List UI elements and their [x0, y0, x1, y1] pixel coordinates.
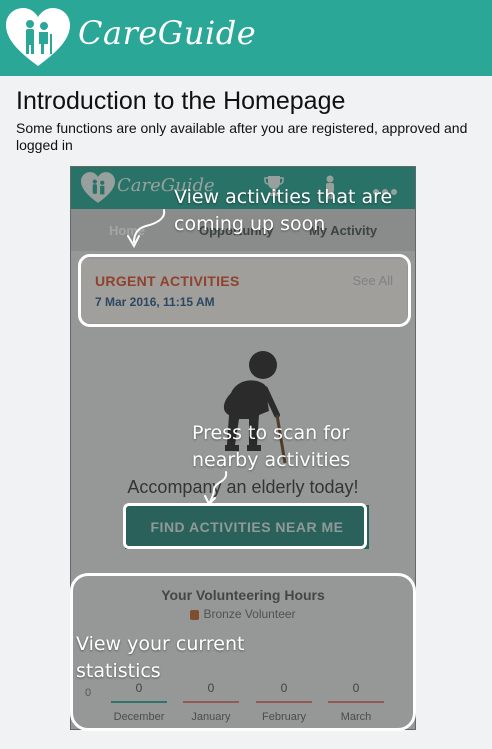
page-subtitle: Some functions are only available after … — [16, 120, 468, 153]
app-header: CareGuide — [0, 0, 492, 76]
note-statistics: View your current statistics — [76, 633, 245, 682]
highlight-find-button — [123, 503, 367, 549]
arrow-icon — [127, 209, 166, 248]
arrow-icon — [204, 471, 228, 506]
note-scan-activities: Press to scan for nearby activities — [192, 422, 351, 471]
note-upcoming-activities: View activities that are coming up soon — [174, 186, 393, 235]
highlight-urgent-activities — [78, 254, 411, 327]
brand-title: CareGuide — [78, 14, 257, 52]
heart-caregiver-icon — [6, 8, 70, 66]
page-title: Introduction to the Homepage — [16, 87, 346, 115]
